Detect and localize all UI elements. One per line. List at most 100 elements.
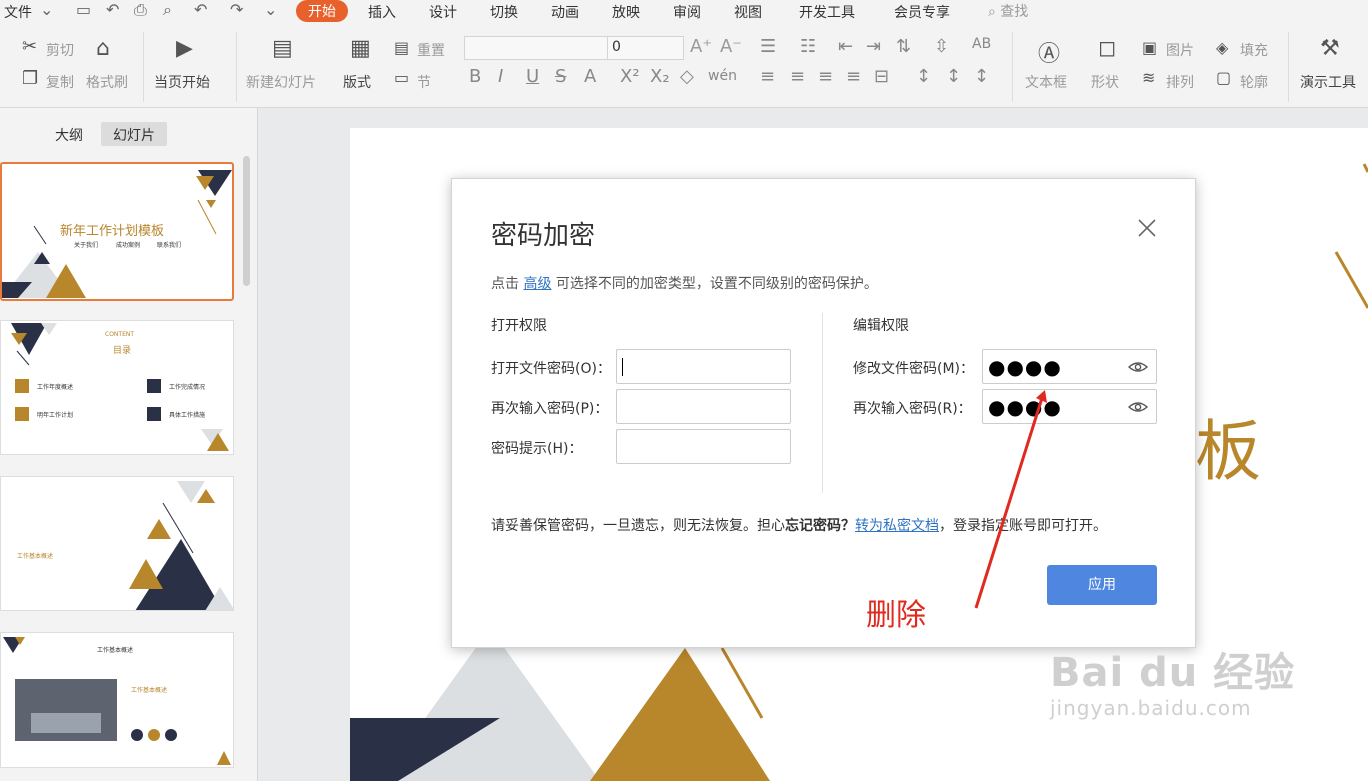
arrange-icon[interactable]: ≋ — [1142, 68, 1155, 87]
shape-icon[interactable]: ◻ — [1098, 36, 1116, 61]
bold-icon[interactable]: B — [469, 66, 481, 87]
tab-slides[interactable]: 幻灯片 — [101, 122, 167, 146]
paragraph-spacing-icon[interactable]: ↕ — [916, 66, 931, 87]
align-center-icon[interactable]: ≡ — [790, 66, 805, 87]
copy-icon[interactable]: ❐ — [22, 68, 38, 89]
tab-view[interactable]: 视图 — [734, 2, 762, 22]
play-icon[interactable]: ▶ — [176, 36, 193, 61]
decrease-indent-icon[interactable]: ⇤ — [838, 36, 853, 57]
clear-format-icon[interactable]: ◇ — [680, 66, 694, 87]
subscript-icon[interactable]: X₂ — [650, 66, 670, 87]
slide-title-fragment: 板 — [1195, 413, 1261, 490]
undo-icon[interactable]: ↶ — [194, 0, 207, 19]
layout-button[interactable]: 版式 — [343, 72, 371, 92]
tab-transition[interactable]: 切换 — [490, 2, 518, 22]
eye-icon[interactable] — [1128, 359, 1148, 375]
align-left-icon[interactable]: ≡ — [760, 66, 775, 87]
more-icon[interactable]: ⌄ — [264, 0, 277, 19]
more-spacing-icon[interactable]: ↕ — [974, 66, 989, 87]
fill-icon[interactable]: ◈ — [1216, 38, 1228, 57]
private-document-link[interactable]: 转为私密文档 — [855, 518, 939, 534]
edit-password-input[interactable]: ●●●● — [982, 349, 1157, 384]
textbox-button[interactable]: 文本框 — [1025, 72, 1067, 92]
presentation-tools-icon[interactable]: ⚒ — [1320, 36, 1340, 61]
shape-button[interactable]: 形状 — [1091, 72, 1119, 92]
shrink-font-icon[interactable]: A⁻ — [720, 36, 742, 57]
panel-scrollbar[interactable] — [243, 156, 250, 286]
distribute-icon[interactable]: ⊟ — [874, 66, 889, 87]
fill-button[interactable]: 填充 — [1240, 40, 1268, 60]
line-spacing-icon[interactable]: ⇳ — [934, 36, 949, 57]
menu-file[interactable]: 文件 — [4, 2, 32, 22]
ribbon-separator — [143, 32, 144, 102]
new-slide-icon[interactable]: ▤ — [272, 36, 293, 61]
increase-indent-icon[interactable]: ⇥ — [866, 36, 881, 57]
section-icon[interactable]: ▭ — [394, 68, 409, 87]
open-password-label: 打开文件密码(O)： — [491, 361, 611, 377]
print-icon[interactable]: ⎙ — [134, 0, 147, 20]
picture-icon[interactable]: ▣ — [1142, 38, 1157, 57]
search-box[interactable]: ⌕ 查找 — [988, 1, 1028, 21]
slide-2-item: 具体工作措施 — [169, 412, 206, 419]
text-direction-icon[interactable]: ⇅ — [896, 36, 911, 57]
layout-icon[interactable]: ▦ — [350, 36, 371, 61]
new-slide-button[interactable]: 新建幻灯片 — [246, 72, 316, 92]
strikethrough-icon[interactable]: S — [555, 66, 566, 87]
picture-button[interactable]: 图片 — [1166, 40, 1194, 60]
tab-member[interactable]: 会员专享 — [894, 2, 950, 22]
section-button[interactable]: 节 — [417, 72, 431, 92]
arrange-button[interactable]: 排列 — [1166, 72, 1194, 92]
tab-review[interactable]: 审阅 — [673, 2, 701, 22]
close-icon[interactable] — [1136, 217, 1158, 239]
slide-thumbnail-4[interactable]: 工作基本概述 工作基本概述 — [0, 632, 234, 768]
textbox-icon[interactable]: Ⓐ — [1038, 36, 1060, 68]
brush-icon[interactable]: ⌂ — [96, 36, 110, 61]
presentation-tools-button[interactable]: 演示工具 — [1300, 72, 1356, 92]
font-name-select[interactable] — [464, 36, 608, 60]
grow-font-icon[interactable]: A⁺ — [690, 36, 712, 57]
slide-thumbnail-2[interactable]: CONTENT 目录 工作年度概述 工作完成情况 明年工作计划 具体工作措施 — [0, 320, 234, 455]
align-right-icon[interactable]: ≡ — [818, 66, 833, 87]
font-color-icon[interactable]: A — [584, 66, 596, 87]
reset-button[interactable]: 重置 — [417, 40, 445, 60]
eye-icon[interactable] — [1128, 399, 1148, 415]
tab-outline[interactable]: 大纲 — [43, 122, 95, 146]
bullet-list-icon[interactable]: ☰ — [760, 36, 776, 57]
edit-confirm-input[interactable]: ●●●● — [982, 389, 1157, 424]
tab-slideshow[interactable]: 放映 — [612, 2, 640, 22]
phonetic-icon[interactable]: wén — [708, 68, 737, 84]
tab-insert[interactable]: 插入 — [368, 2, 396, 22]
spacing-icon[interactable]: ↕ — [946, 66, 961, 87]
apply-button[interactable]: 应用 — [1047, 565, 1157, 605]
slide-thumbnail-1[interactable]: 新年工作计划模板 关于我们 成功案例 联系我们 — [0, 162, 234, 301]
password-hint-input[interactable] — [616, 429, 791, 464]
numbered-list-icon[interactable]: ☷ — [800, 36, 816, 57]
print-preview-icon[interactable]: ⌕ — [163, 0, 172, 20]
save-icon[interactable]: ▭ — [76, 0, 91, 19]
chevron-down-icon[interactable]: ⌄ — [40, 0, 53, 19]
text-box-align-icon[interactable]: AB — [972, 36, 991, 52]
format-painter-button[interactable]: 格式刷 — [86, 72, 128, 92]
open-password-input[interactable] — [616, 349, 791, 384]
tab-home[interactable]: 开始 — [296, 0, 348, 22]
slide-thumbnail-3[interactable]: 工作基本概述 — [0, 476, 234, 611]
italic-icon[interactable]: I — [498, 66, 503, 87]
advanced-link[interactable]: 高级 — [523, 276, 551, 292]
underline-icon[interactable]: U — [526, 66, 539, 87]
outline-icon[interactable]: ▢ — [1216, 68, 1231, 87]
justify-icon[interactable]: ≡ — [846, 66, 861, 87]
play-from-current-button[interactable]: 当页开始 — [154, 72, 210, 92]
superscript-icon[interactable]: X² — [620, 66, 640, 87]
reset-icon[interactable]: ▤ — [394, 38, 409, 57]
outline-button[interactable]: 轮廓 — [1240, 72, 1268, 92]
tab-design[interactable]: 设计 — [429, 2, 457, 22]
scissors-icon[interactable]: ✂ — [22, 36, 37, 57]
font-size-select[interactable]: 0 — [607, 36, 684, 60]
tab-developer[interactable]: 开发工具 — [799, 2, 855, 22]
open-confirm-input[interactable] — [616, 389, 791, 424]
cut-button[interactable]: 剪切 — [46, 40, 74, 60]
copy-button[interactable]: 复制 — [46, 72, 74, 92]
undo-history-icon[interactable]: ↶ — [106, 0, 119, 19]
tab-animation[interactable]: 动画 — [551, 2, 579, 22]
redo-icon[interactable]: ↷ — [230, 0, 243, 19]
